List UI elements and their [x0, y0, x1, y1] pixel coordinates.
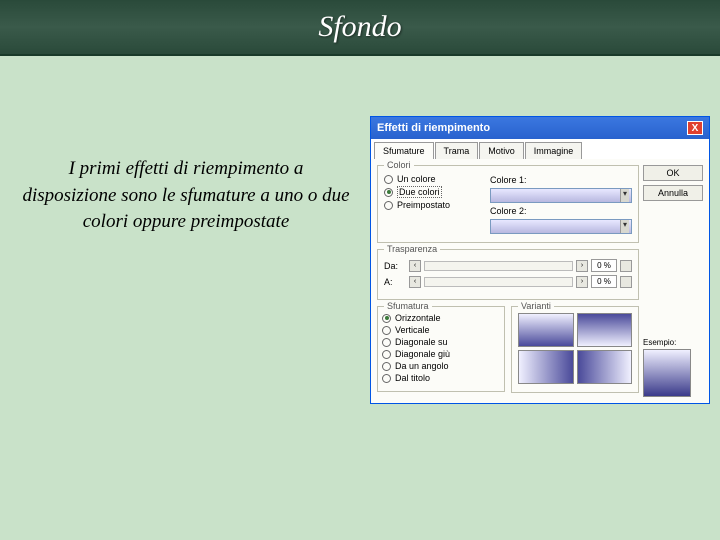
slide-content: I primi effetti di riempimento a disposi… [0, 56, 720, 404]
cancel-button[interactable]: Annulla [643, 185, 703, 201]
to-spinner[interactable] [620, 276, 632, 288]
variants-group-label: Varianti [518, 301, 554, 311]
slide-description: I primi effetti di riempimento a disposi… [0, 116, 370, 404]
variants-group: Varianti [511, 306, 639, 393]
shading-group: Sfumatura Orizzontale Verticale Diagonal… [377, 306, 505, 392]
arrow-right-icon[interactable]: › [576, 276, 588, 288]
to-pct[interactable]: 0 % [591, 275, 617, 288]
dialog-body: Colori Un colore Due colori Preimpostato… [371, 159, 709, 403]
arrow-left-icon[interactable]: ‹ [409, 276, 421, 288]
variant-4[interactable] [577, 350, 633, 384]
sample-area: Esempio: [643, 338, 703, 397]
color1-dropdown[interactable] [490, 188, 632, 203]
dialog-left: Colori Un colore Due colori Preimpostato… [377, 165, 639, 397]
tab-picture[interactable]: Immagine [525, 142, 583, 159]
from-slider[interactable] [424, 261, 573, 271]
dialog-right: OK Annulla Esempio: [643, 165, 703, 397]
transparency-group: Trasparenza Da: ‹ › 0 % A: ‹ › 0 [377, 249, 639, 300]
shading-group-label: Sfumatura [384, 301, 432, 311]
radio-one-color[interactable]: Un colore [384, 174, 484, 184]
to-label: A: [384, 277, 406, 287]
colors-group-label: Colori [384, 160, 414, 170]
radio-vertical[interactable]: Verticale [382, 325, 500, 335]
radio-preset[interactable]: Preimpostato [384, 200, 484, 210]
close-icon[interactable]: X [687, 121, 703, 135]
dialog-tabs: Sfumature Trama Motivo Immagine [371, 139, 709, 159]
fill-effects-dialog: Effetti di riempimento X Sfumature Trama… [370, 116, 710, 404]
sample-label: Esempio: [643, 338, 703, 347]
arrow-right-icon[interactable]: › [576, 260, 588, 272]
slide-header: Sfondo [0, 0, 720, 56]
ok-button[interactable]: OK [643, 165, 703, 181]
transparency-group-label: Trasparenza [384, 244, 440, 254]
color2-label: Colore 2: [490, 206, 534, 216]
tab-pattern[interactable]: Motivo [479, 142, 524, 159]
sample-preview [643, 349, 691, 397]
color2-dropdown[interactable] [490, 219, 632, 234]
from-spinner[interactable] [620, 260, 632, 272]
tab-gradient[interactable]: Sfumature [374, 142, 434, 159]
radio-title[interactable]: Dal titolo [382, 373, 500, 383]
tab-texture[interactable]: Trama [435, 142, 479, 159]
dialog-titlebar[interactable]: Effetti di riempimento X [371, 117, 709, 139]
radio-diagdown[interactable]: Diagonale giù [382, 349, 500, 359]
variant-2[interactable] [577, 313, 633, 347]
colors-group: Colori Un colore Due colori Preimpostato… [377, 165, 639, 243]
variant-1[interactable] [518, 313, 574, 347]
variant-3[interactable] [518, 350, 574, 384]
arrow-left-icon[interactable]: ‹ [409, 260, 421, 272]
from-pct[interactable]: 0 % [591, 259, 617, 272]
radio-horizontal[interactable]: Orizzontale [382, 313, 500, 323]
color1-label: Colore 1: [490, 175, 534, 185]
from-label: Da: [384, 261, 406, 271]
radio-diagup[interactable]: Diagonale su [382, 337, 500, 347]
radio-two-colors[interactable]: Due colori [384, 186, 484, 198]
dialog-title: Effetti di riempimento [377, 122, 490, 134]
slide-title: Sfondo [318, 10, 401, 44]
radio-corner[interactable]: Da un angolo [382, 361, 500, 371]
to-slider[interactable] [424, 277, 573, 287]
